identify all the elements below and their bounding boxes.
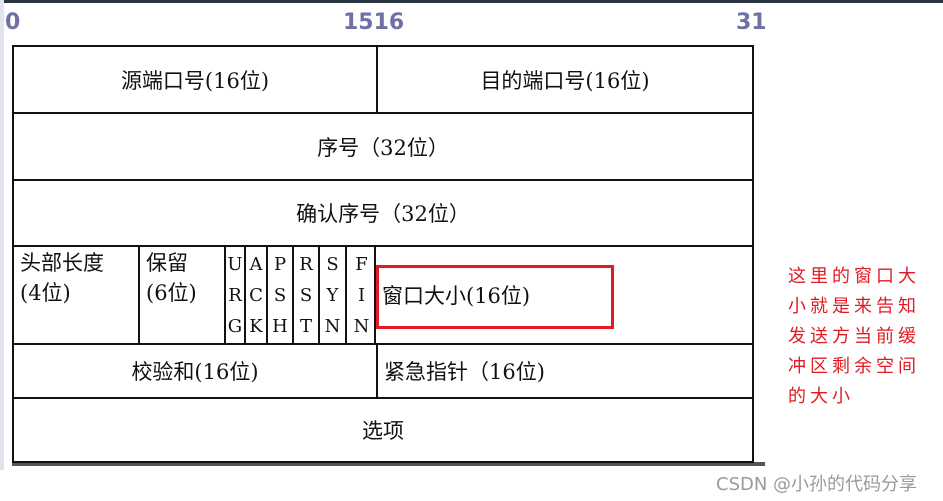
watermark: CSDN @小孙的代码分享 bbox=[716, 474, 918, 495]
flag-letter: G bbox=[227, 315, 243, 337]
flag-letter: R bbox=[299, 253, 313, 275]
reserved-label: 保留 bbox=[146, 251, 188, 275]
flag-rst: RST bbox=[292, 245, 320, 345]
ack-number-field: 确认序号（32位） bbox=[12, 179, 754, 247]
flag-letter: F bbox=[355, 253, 368, 275]
flag-letter: S bbox=[299, 284, 313, 306]
header-length-bits: (4位) bbox=[20, 281, 71, 305]
window-annotation: 这里的窗口大小就是来告知发送方当前缓冲区剩余空间的大小 bbox=[788, 266, 920, 407]
flag-urg: URG bbox=[224, 245, 246, 345]
flag-letter: A bbox=[249, 253, 263, 275]
window-highlight-box bbox=[376, 265, 614, 329]
checksum-field: 校验和(16位) bbox=[12, 343, 378, 399]
flag-syn: SYN bbox=[318, 245, 347, 345]
flag-letter: R bbox=[228, 284, 242, 306]
bit-label-15-16: 1516 bbox=[343, 10, 405, 35]
flag-ack: ACK bbox=[244, 245, 268, 345]
flag-letter: U bbox=[227, 253, 243, 275]
flag-letter: I bbox=[357, 284, 366, 306]
flag-letter: N bbox=[324, 315, 341, 337]
flag-letter: C bbox=[249, 284, 263, 306]
flag-psh: PSH bbox=[266, 245, 294, 345]
flag-letter: S bbox=[326, 253, 339, 275]
urgent-pointer-field: 紧急指针（16位) bbox=[376, 343, 754, 399]
options-field: 选项 bbox=[12, 397, 754, 463]
flag-letter: N bbox=[353, 315, 370, 337]
source-port-field: 源端口号(16位) bbox=[12, 45, 378, 114]
flag-letter: Y bbox=[326, 284, 339, 306]
bit-label-31: 31 bbox=[736, 10, 767, 35]
flag-letter: T bbox=[299, 315, 312, 337]
left-strip bbox=[0, 0, 4, 470]
destination-port-field: 目的端口号(16位) bbox=[376, 45, 754, 114]
top-bar bbox=[0, 0, 943, 3]
reserved-bits: (6位) bbox=[146, 281, 197, 305]
header-length-label: 头部长度 bbox=[20, 251, 104, 275]
flag-letter: P bbox=[273, 253, 287, 275]
reserved-field: 保留 (6位) bbox=[138, 245, 226, 345]
flag-letter: S bbox=[273, 284, 287, 306]
bit-label-0: 0 bbox=[5, 10, 21, 35]
header-length-field: 头部长度 (4位) bbox=[12, 245, 140, 345]
sequence-number-field: 序号（32位） bbox=[12, 112, 754, 181]
flag-letter: K bbox=[249, 315, 263, 337]
flag-letter: H bbox=[272, 315, 288, 337]
